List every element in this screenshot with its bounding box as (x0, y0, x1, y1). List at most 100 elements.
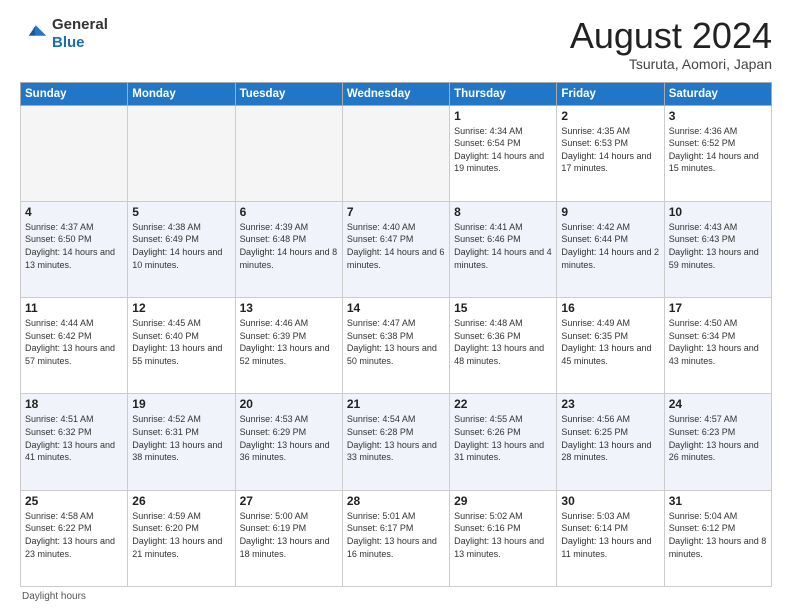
day-number: 9 (561, 205, 659, 219)
day-number: 6 (240, 205, 338, 219)
table-row (21, 105, 128, 201)
logo: General Blue (20, 16, 108, 52)
day-number: 29 (454, 494, 552, 508)
day-info: Sunrise: 4:51 AM Sunset: 6:32 PM Dayligh… (25, 413, 123, 463)
day-number: 22 (454, 397, 552, 411)
day-number: 20 (240, 397, 338, 411)
table-row: 31 Sunrise: 5:04 AM Sunset: 6:12 PM Dayli… (664, 490, 771, 586)
table-row: 1Sunrise: 4:34 AM Sunset: 6:54 PM Daylig… (450, 105, 557, 201)
day-number: 26 (132, 494, 230, 508)
table-row: 14 Sunrise: 4:47 AM Sunset: 6:38 PM Dayli… (342, 298, 449, 394)
day-number: 31 (669, 494, 767, 508)
col-thursday: Thursday (450, 82, 557, 105)
table-row: 2 Sunrise: 4:35 AM Sunset: 6:53 PM Daylig… (557, 105, 664, 201)
day-info: Sunrise: 4:57 AM Sunset: 6:23 PM Dayligh… (669, 413, 767, 463)
calendar-week-row: 18 Sunrise: 4:51 AM Sunset: 6:32 PM Dayli… (21, 394, 772, 490)
day-number: 7 (347, 205, 445, 219)
day-info: Sunrise: 4:40 AM Sunset: 6:47 PM Dayligh… (347, 221, 445, 271)
day-number: 12 (132, 301, 230, 315)
day-info: Sunrise: 4:36 AM Sunset: 6:52 PM Dayligh… (669, 125, 767, 175)
calendar-week-row: 1Sunrise: 4:34 AM Sunset: 6:54 PM Daylig… (21, 105, 772, 201)
day-info: Sunrise: 5:01 AM Sunset: 6:17 PM Dayligh… (347, 510, 445, 560)
day-info: Sunrise: 4:55 AM Sunset: 6:26 PM Dayligh… (454, 413, 552, 463)
day-info: Sunrise: 4:46 AM Sunset: 6:39 PM Dayligh… (240, 317, 338, 367)
table-row: 26 Sunrise: 4:59 AM Sunset: 6:20 PM Dayli… (128, 490, 235, 586)
table-row: 30Sunrise: 5:03 AM Sunset: 6:14 PM Dayli… (557, 490, 664, 586)
table-row: 22 Sunrise: 4:55 AM Sunset: 6:26 PM Dayli… (450, 394, 557, 490)
day-number: 10 (669, 205, 767, 219)
day-info: Sunrise: 4:35 AM Sunset: 6:53 PM Dayligh… (561, 125, 659, 175)
table-row: 20 Sunrise: 4:53 AM Sunset: 6:29 PM Dayli… (235, 394, 342, 490)
day-number: 3 (669, 109, 767, 123)
day-info: Sunrise: 4:45 AM Sunset: 6:40 PM Dayligh… (132, 317, 230, 367)
day-info: Sunrise: 4:39 AM Sunset: 6:48 PM Dayligh… (240, 221, 338, 271)
day-info: Sunrise: 4:53 AM Sunset: 6:29 PM Dayligh… (240, 413, 338, 463)
day-info: Sunrise: 4:34 AM Sunset: 6:54 PM Dayligh… (454, 125, 552, 175)
table-row: 19 Sunrise: 4:52 AM Sunset: 6:31 PM Dayli… (128, 394, 235, 490)
day-number: 5 (132, 205, 230, 219)
table-row: 8Sunrise: 4:41 AM Sunset: 6:46 PM Daylig… (450, 201, 557, 297)
day-info: Sunrise: 4:37 AM Sunset: 6:50 PM Dayligh… (25, 221, 123, 271)
day-info: Sunrise: 4:54 AM Sunset: 6:28 PM Dayligh… (347, 413, 445, 463)
table-row: 15 Sunrise: 4:48 AM Sunset: 6:36 PM Dayli… (450, 298, 557, 394)
table-row: 27Sunrise: 5:00 AM Sunset: 6:19 PM Dayli… (235, 490, 342, 586)
header: General Blue August 2024 Tsuruta, Aomori… (20, 16, 772, 72)
day-number: 19 (132, 397, 230, 411)
location: Tsuruta, Aomori, Japan (570, 56, 772, 72)
table-row: 10Sunrise: 4:43 AM Sunset: 6:43 PM Dayli… (664, 201, 771, 297)
day-number: 11 (25, 301, 123, 315)
day-number: 24 (669, 397, 767, 411)
day-number: 28 (347, 494, 445, 508)
col-wednesday: Wednesday (342, 82, 449, 105)
day-number: 27 (240, 494, 338, 508)
table-row: 25 Sunrise: 4:58 AM Sunset: 6:22 PM Dayli… (21, 490, 128, 586)
table-row: 7 Sunrise: 4:40 AM Sunset: 6:47 PM Daylig… (342, 201, 449, 297)
day-number: 23 (561, 397, 659, 411)
day-info: Sunrise: 4:58 AM Sunset: 6:22 PM Dayligh… (25, 510, 123, 560)
table-row: 4 Sunrise: 4:37 AM Sunset: 6:50 PM Daylig… (21, 201, 128, 297)
page: General Blue August 2024 Tsuruta, Aomori… (0, 0, 792, 612)
day-info: Sunrise: 4:48 AM Sunset: 6:36 PM Dayligh… (454, 317, 552, 367)
table-row: 29 Sunrise: 5:02 AM Sunset: 6:16 PM Dayli… (450, 490, 557, 586)
table-row: 9Sunrise: 4:42 AM Sunset: 6:44 PM Daylig… (557, 201, 664, 297)
day-number: 17 (669, 301, 767, 315)
day-number: 15 (454, 301, 552, 315)
calendar-week-row: 25 Sunrise: 4:58 AM Sunset: 6:22 PM Dayli… (21, 490, 772, 586)
day-number: 4 (25, 205, 123, 219)
day-number: 16 (561, 301, 659, 315)
day-info: Sunrise: 5:03 AM Sunset: 6:14 PM Dayligh… (561, 510, 659, 560)
table-row: 17 Sunrise: 4:50 AM Sunset: 6:34 PM Dayli… (664, 298, 771, 394)
col-saturday: Saturday (664, 82, 771, 105)
title-block: August 2024 Tsuruta, Aomori, Japan (570, 16, 772, 72)
day-number: 25 (25, 494, 123, 508)
day-number: 18 (25, 397, 123, 411)
table-row: 21Sunrise: 4:54 AM Sunset: 6:28 PM Dayli… (342, 394, 449, 490)
month-title: August 2024 (570, 16, 772, 56)
day-number: 8 (454, 205, 552, 219)
table-row: 24 Sunrise: 4:57 AM Sunset: 6:23 PM Dayli… (664, 394, 771, 490)
calendar-week-row: 11 Sunrise: 4:44 AM Sunset: 6:42 PM Dayli… (21, 298, 772, 394)
day-info: Sunrise: 4:44 AM Sunset: 6:42 PM Dayligh… (25, 317, 123, 367)
logo-text: General Blue (52, 16, 108, 52)
day-number: 2 (561, 109, 659, 123)
day-number: 14 (347, 301, 445, 315)
col-friday: Friday (557, 82, 664, 105)
table-row: 16Sunrise: 4:49 AM Sunset: 6:35 PM Dayli… (557, 298, 664, 394)
col-tuesday: Tuesday (235, 82, 342, 105)
table-row: 5Sunrise: 4:38 AM Sunset: 6:49 PM Daylig… (128, 201, 235, 297)
day-info: Sunrise: 5:02 AM Sunset: 6:16 PM Dayligh… (454, 510, 552, 560)
day-info: Sunrise: 4:52 AM Sunset: 6:31 PM Dayligh… (132, 413, 230, 463)
table-row (342, 105, 449, 201)
table-row: 13Sunrise: 4:46 AM Sunset: 6:39 PM Dayli… (235, 298, 342, 394)
col-monday: Monday (128, 82, 235, 105)
table-row: 12 Sunrise: 4:45 AM Sunset: 6:40 PM Dayli… (128, 298, 235, 394)
day-info: Sunrise: 5:04 AM Sunset: 6:12 PM Dayligh… (669, 510, 767, 560)
day-info: Sunrise: 4:47 AM Sunset: 6:38 PM Dayligh… (347, 317, 445, 367)
col-sunday: Sunday (21, 82, 128, 105)
table-row: 6 Sunrise: 4:39 AM Sunset: 6:48 PM Daylig… (235, 201, 342, 297)
footer-label: Daylight hours (22, 591, 86, 602)
table-row: 3 Sunrise: 4:36 AM Sunset: 6:52 PM Daylig… (664, 105, 771, 201)
day-info: Sunrise: 4:50 AM Sunset: 6:34 PM Dayligh… (669, 317, 767, 367)
table-row: 18 Sunrise: 4:51 AM Sunset: 6:32 PM Dayli… (21, 394, 128, 490)
day-info: Sunrise: 4:59 AM Sunset: 6:20 PM Dayligh… (132, 510, 230, 560)
